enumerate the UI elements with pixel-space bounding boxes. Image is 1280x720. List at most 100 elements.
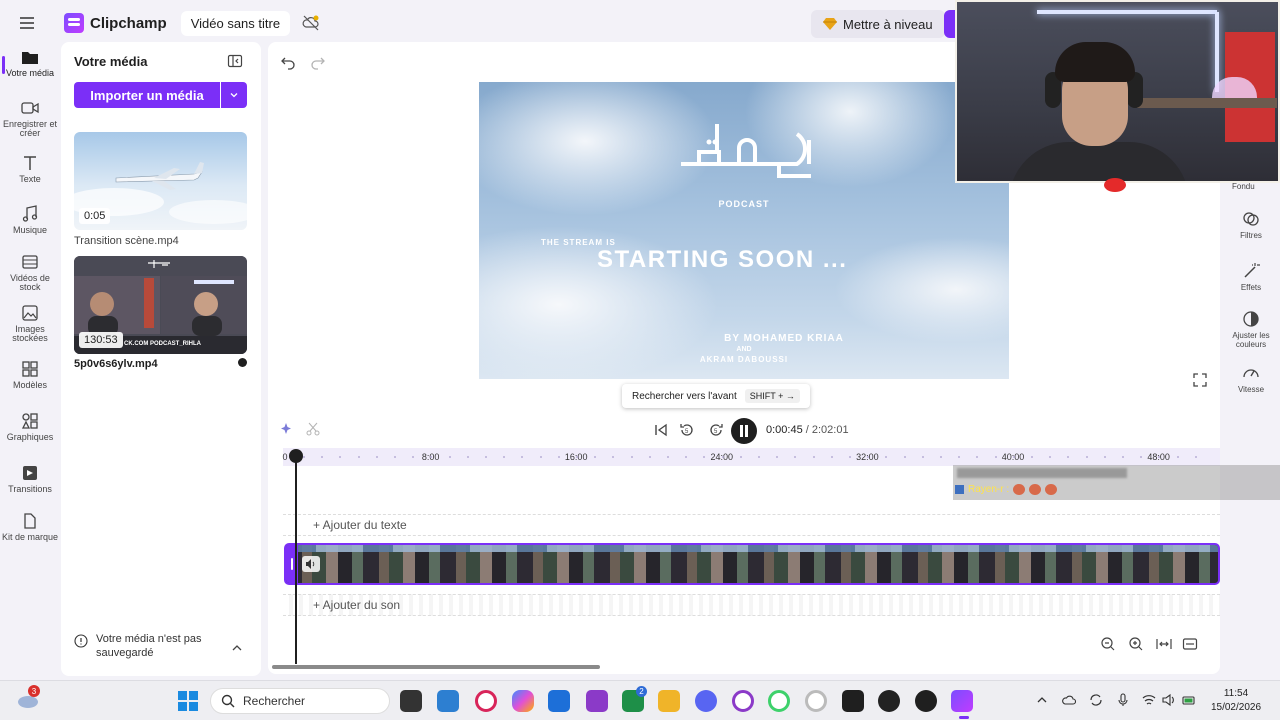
windows-start-icon[interactable] <box>178 691 198 711</box>
taskbar-app-opera[interactable] <box>475 690 497 712</box>
ruler-tick <box>1012 456 1015 458</box>
taskbar-app-terminal[interactable] <box>842 690 864 712</box>
skip-to-start-icon[interactable] <box>653 422 669 438</box>
rail-item-brand-kit[interactable]: Kit de marque <box>0 512 60 542</box>
rail-item-record-create[interactable]: Enregistrer et créer <box>0 99 60 138</box>
timeline-ruler[interactable]: 08:0016:0024:0032:0040:0048:00 <box>282 448 1220 466</box>
taskbar-app-discord[interactable] <box>695 690 717 712</box>
battery-icon[interactable] <box>1182 693 1196 707</box>
rail-item-your-media[interactable]: Votre média <box>0 48 60 78</box>
forward-5s-icon[interactable]: 5 <box>708 422 724 438</box>
upgrade-button[interactable]: Mettre à niveau <box>811 10 945 38</box>
taskbar-search[interactable]: Rechercher <box>210 688 390 714</box>
microphone-icon[interactable] <box>1116 693 1130 707</box>
search-icon <box>221 694 235 708</box>
taskbar-app-photos[interactable] <box>437 690 459 712</box>
cloud-icon[interactable] <box>1062 693 1076 707</box>
zoom-in-icon[interactable] <box>1128 636 1144 652</box>
cloud-sync-off-icon[interactable] <box>302 14 320 32</box>
playhead-handle[interactable] <box>289 449 303 463</box>
zoom-out-icon[interactable] <box>1100 636 1116 652</box>
ruler-tick <box>1049 456 1052 458</box>
timeline-layout-icon[interactable] <box>1182 636 1198 652</box>
stream-chat-overlay: Rayen-r : <box>953 465 1280 500</box>
ruler-tick <box>357 456 360 458</box>
wifi-icon[interactable] <box>1142 693 1156 707</box>
taskbar-app-media-player[interactable] <box>915 690 937 712</box>
ruler-tick <box>940 456 942 458</box>
rail-item-graphics[interactable]: Graphiques <box>0 412 60 442</box>
pause-button[interactable] <box>731 418 757 444</box>
rail-item-stock-images[interactable]: Images stockées <box>0 304 60 343</box>
taskbar-app-proton[interactable] <box>586 690 608 712</box>
effects-icon <box>1244 263 1260 278</box>
timeline-scrollbar[interactable] <box>272 665 600 669</box>
undo-icon[interactable] <box>280 54 296 70</box>
import-options-button[interactable] <box>221 82 247 108</box>
menu-button[interactable] <box>0 0 54 46</box>
taskbar-app-opera-air[interactable] <box>768 690 790 712</box>
right-rail-speed[interactable]: Vitesse <box>1222 364 1280 394</box>
media-thumbnail-transition[interactable]: 0:05 <box>74 132 247 230</box>
ruler-tick <box>849 456 851 458</box>
video-preview[interactable]: PODCAST THE STREAM IS STARTING SOON ... … <box>479 82 1009 379</box>
add-audio-label[interactable]: + Ajouter du son <box>313 598 400 612</box>
media-filename: Transition scène.mp4 <box>74 235 179 247</box>
rail-item-text[interactable]: Texte <box>0 154 60 184</box>
taskbar-app-opera-gx[interactable] <box>732 690 754 712</box>
timeline-zoom-controls <box>1100 635 1210 653</box>
taskbar-app-files[interactable] <box>400 690 422 712</box>
audio-track[interactable]: + Ajouter du son <box>283 594 1220 616</box>
sync-icon[interactable] <box>1089 693 1103 707</box>
right-rail-adjust-colors[interactable]: Ajuster les couleurs <box>1222 310 1280 349</box>
volume-icon[interactable] <box>1162 693 1176 707</box>
right-rail-label-fade[interactable]: Fondu <box>1232 182 1255 191</box>
project-title[interactable]: Vidéo sans titre <box>180 10 291 36</box>
host-name-1: BY MOHAMED KRIAA <box>724 333 844 344</box>
taskbar-app-copilot[interactable] <box>512 690 534 712</box>
ruler-tick <box>994 456 997 458</box>
image-icon <box>22 305 38 321</box>
right-rail-effects[interactable]: Effets <box>1222 262 1280 292</box>
rail-item-stock-videos[interactable]: Vidéos de stock <box>0 253 60 292</box>
rail-item-templates[interactable]: Modèles <box>0 360 60 390</box>
chevron-up-icon[interactable] <box>1035 693 1049 707</box>
text-track[interactable]: + Ajouter du texte <box>283 514 1220 536</box>
left-rail: Votre média Enregistrer et créer Texte M… <box>0 46 60 676</box>
app-logo[interactable]: Clipchamp <box>64 13 167 33</box>
redo-icon[interactable] <box>310 54 326 70</box>
added-check-icon <box>238 358 247 367</box>
taskbar-app-opera-crypto[interactable] <box>805 690 827 712</box>
ruler-tick <box>630 456 633 458</box>
rail-item-label: Enregistrer et créer <box>2 119 58 138</box>
rewind-5s-icon[interactable]: 5 <box>679 422 695 438</box>
add-text-label[interactable]: + Ajouter du texte <box>313 518 407 532</box>
clipchamp-logo-icon <box>64 13 84 33</box>
taskbar-app-clipchamp[interactable] <box>951 690 973 712</box>
collapse-panel-icon[interactable] <box>227 53 243 69</box>
clip-volume-button[interactable] <box>302 556 320 572</box>
time-display: 0:00:45 / 2:02:01 <box>766 424 849 436</box>
shapes-icon <box>21 413 38 429</box>
templates-icon <box>22 361 38 377</box>
taskbar-app-file-explorer[interactable] <box>658 690 680 712</box>
right-rail-filters[interactable]: Filtres <box>1222 210 1280 240</box>
rail-item-music[interactable]: Musique <box>0 205 60 235</box>
save-warning[interactable]: Votre média n'est pas sauvegardé <box>74 632 249 660</box>
taskbar-app-obs[interactable] <box>878 690 900 712</box>
rail-item-label: Kit de marque <box>1 532 59 542</box>
scissors-icon[interactable] <box>306 422 320 436</box>
video-track-clip[interactable] <box>284 543 1220 585</box>
playhead-line[interactable] <box>295 452 297 664</box>
media-thumbnail-podcast[interactable]: 130:53 CK.COM PODCAST_RIHLA <box>74 256 247 354</box>
taskbar-app-store[interactable] <box>548 690 570 712</box>
fit-timeline-icon[interactable] <box>1156 636 1172 652</box>
ruler-tick <box>758 456 760 458</box>
rail-item-transitions[interactable]: Transitions <box>0 464 60 494</box>
import-media-button[interactable]: Importer un média <box>74 82 220 108</box>
sparkle-icon[interactable] <box>280 422 294 436</box>
system-clock[interactable]: 11:54 15/02/2026 <box>1206 687 1266 715</box>
rail-item-label: Musique <box>12 225 48 235</box>
chevron-up-icon[interactable] <box>231 642 243 654</box>
fullscreen-icon[interactable] <box>1192 372 1208 388</box>
